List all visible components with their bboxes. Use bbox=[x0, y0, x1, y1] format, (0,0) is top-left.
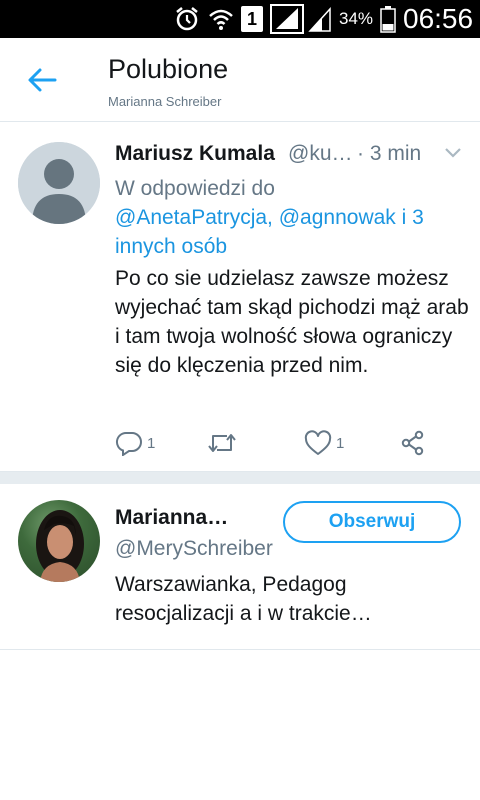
tweet-text: Po co sie udzielasz zawsze możesz wyjech… bbox=[115, 267, 469, 377]
clock: 06:56 bbox=[403, 3, 474, 34]
user-bio: Warszawianka, Pedagog resocjalizacji a i… bbox=[115, 573, 372, 625]
user-card[interactable]: Marianna… @MerySchreiber Obserwuj Warsza… bbox=[0, 484, 480, 650]
tweet-menu-button[interactable] bbox=[440, 142, 466, 168]
page-subtitle: Marianna Schreiber bbox=[108, 94, 222, 109]
battery-icon bbox=[380, 0, 396, 38]
battery-percent: 34% bbox=[339, 9, 374, 28]
sim-slot-label: 1 bbox=[241, 6, 263, 32]
sim-icon: 1 bbox=[241, 0, 263, 38]
like-button[interactable]: 1 bbox=[304, 428, 344, 458]
retweet-icon bbox=[206, 430, 238, 456]
user-name[interactable]: Marianna… bbox=[115, 506, 228, 530]
signal-icon bbox=[308, 0, 332, 38]
app-header: Polubione Marianna Schreiber bbox=[0, 38, 480, 122]
tweet-author-handle: @ku… bbox=[288, 142, 353, 165]
like-count: 1 bbox=[336, 434, 345, 452]
heart-icon bbox=[304, 430, 332, 456]
follow-button[interactable]: Obserwuj bbox=[283, 501, 461, 543]
reply-icon bbox=[115, 430, 143, 456]
reply-prefix: W odpowiedzi do bbox=[115, 177, 275, 200]
tweet-timestamp: · 3 min bbox=[357, 142, 422, 165]
share-button[interactable] bbox=[400, 428, 426, 458]
signal-icon bbox=[270, 0, 304, 38]
chevron-down-icon bbox=[444, 146, 462, 164]
reply-count: 1 bbox=[147, 434, 156, 452]
arrow-left-icon bbox=[27, 67, 57, 98]
reply-mentions-link[interactable]: @AnetaPatrycja, @agnnowak i 3 innych osó… bbox=[115, 203, 470, 261]
page-title: Polubione bbox=[108, 54, 229, 84]
status-bar: 1 34% 06:56 bbox=[0, 0, 480, 38]
wifi-icon bbox=[207, 0, 235, 38]
default-avatar-icon bbox=[18, 142, 100, 224]
tweet-author-name[interactable]: Mariusz Kumala bbox=[115, 142, 275, 166]
alarm-icon bbox=[173, 0, 201, 38]
back-button[interactable] bbox=[20, 60, 64, 104]
section-divider bbox=[0, 472, 480, 484]
tweet-card[interactable]: Mariusz Kumala @ku… · 3 min W odpowiedzi… bbox=[0, 122, 480, 472]
avatar[interactable] bbox=[18, 142, 100, 224]
avatar[interactable] bbox=[18, 500, 100, 582]
user-handle: @MerySchreiber bbox=[115, 537, 273, 560]
reply-button[interactable]: 1 bbox=[115, 428, 155, 458]
profile-photo-icon bbox=[36, 510, 84, 582]
retweet-button[interactable] bbox=[206, 428, 242, 458]
share-icon bbox=[400, 430, 426, 456]
reply-context: W odpowiedzi do @AnetaPatrycja, @agnnowa… bbox=[115, 174, 470, 261]
